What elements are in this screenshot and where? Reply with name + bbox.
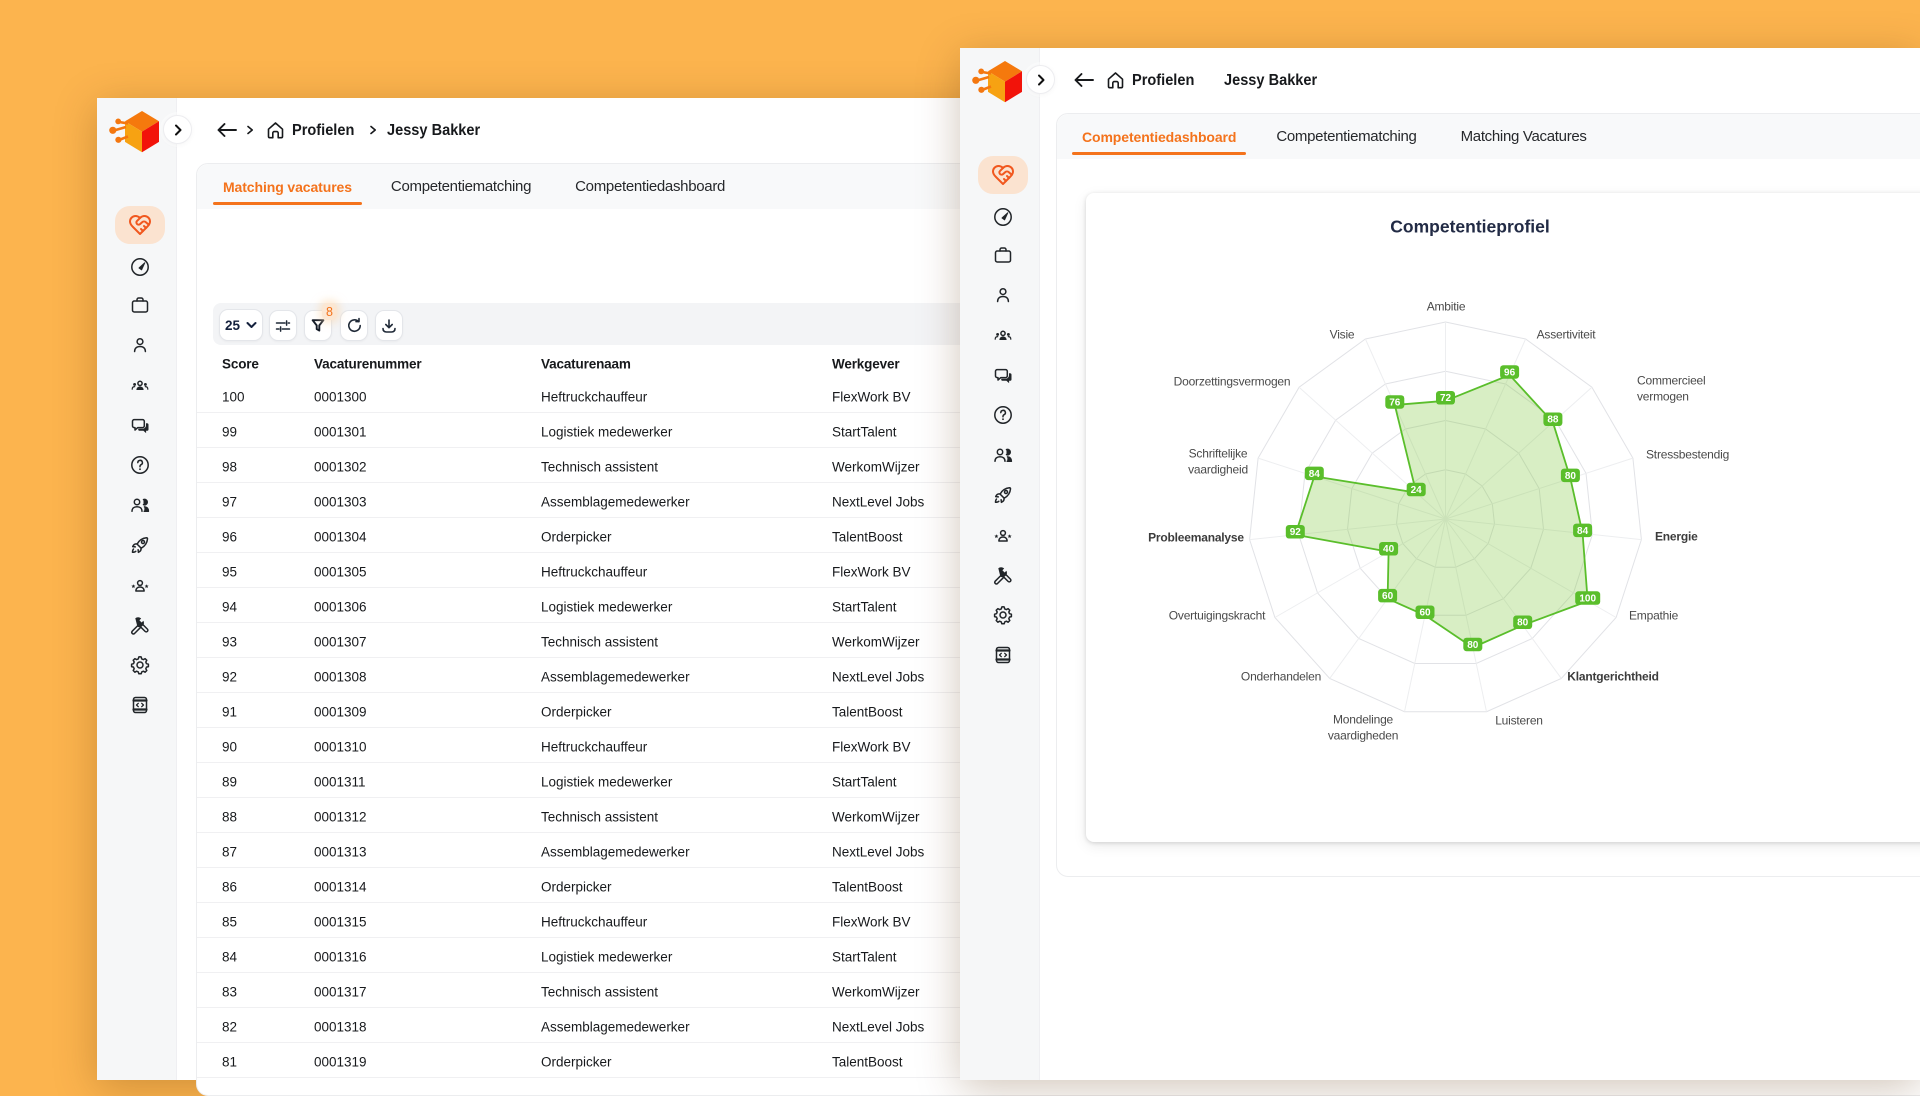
svg-text:88: 88 [1547,415,1559,426]
svg-text:84: 84 [1309,469,1321,480]
svg-text:72: 72 [1440,393,1452,404]
svg-text:60: 60 [1382,591,1394,602]
svg-text:96: 96 [1504,367,1516,378]
svg-text:40: 40 [1383,544,1395,555]
svg-text:24: 24 [1411,485,1423,496]
svg-text:80: 80 [1467,640,1479,651]
svg-text:80: 80 [1517,618,1529,629]
svg-text:60: 60 [1419,608,1431,619]
svg-text:80: 80 [1565,471,1577,482]
svg-text:100: 100 [1579,594,1596,605]
svg-text:76: 76 [1389,397,1401,408]
svg-text:92: 92 [1290,527,1302,538]
svg-text:84: 84 [1577,526,1589,537]
